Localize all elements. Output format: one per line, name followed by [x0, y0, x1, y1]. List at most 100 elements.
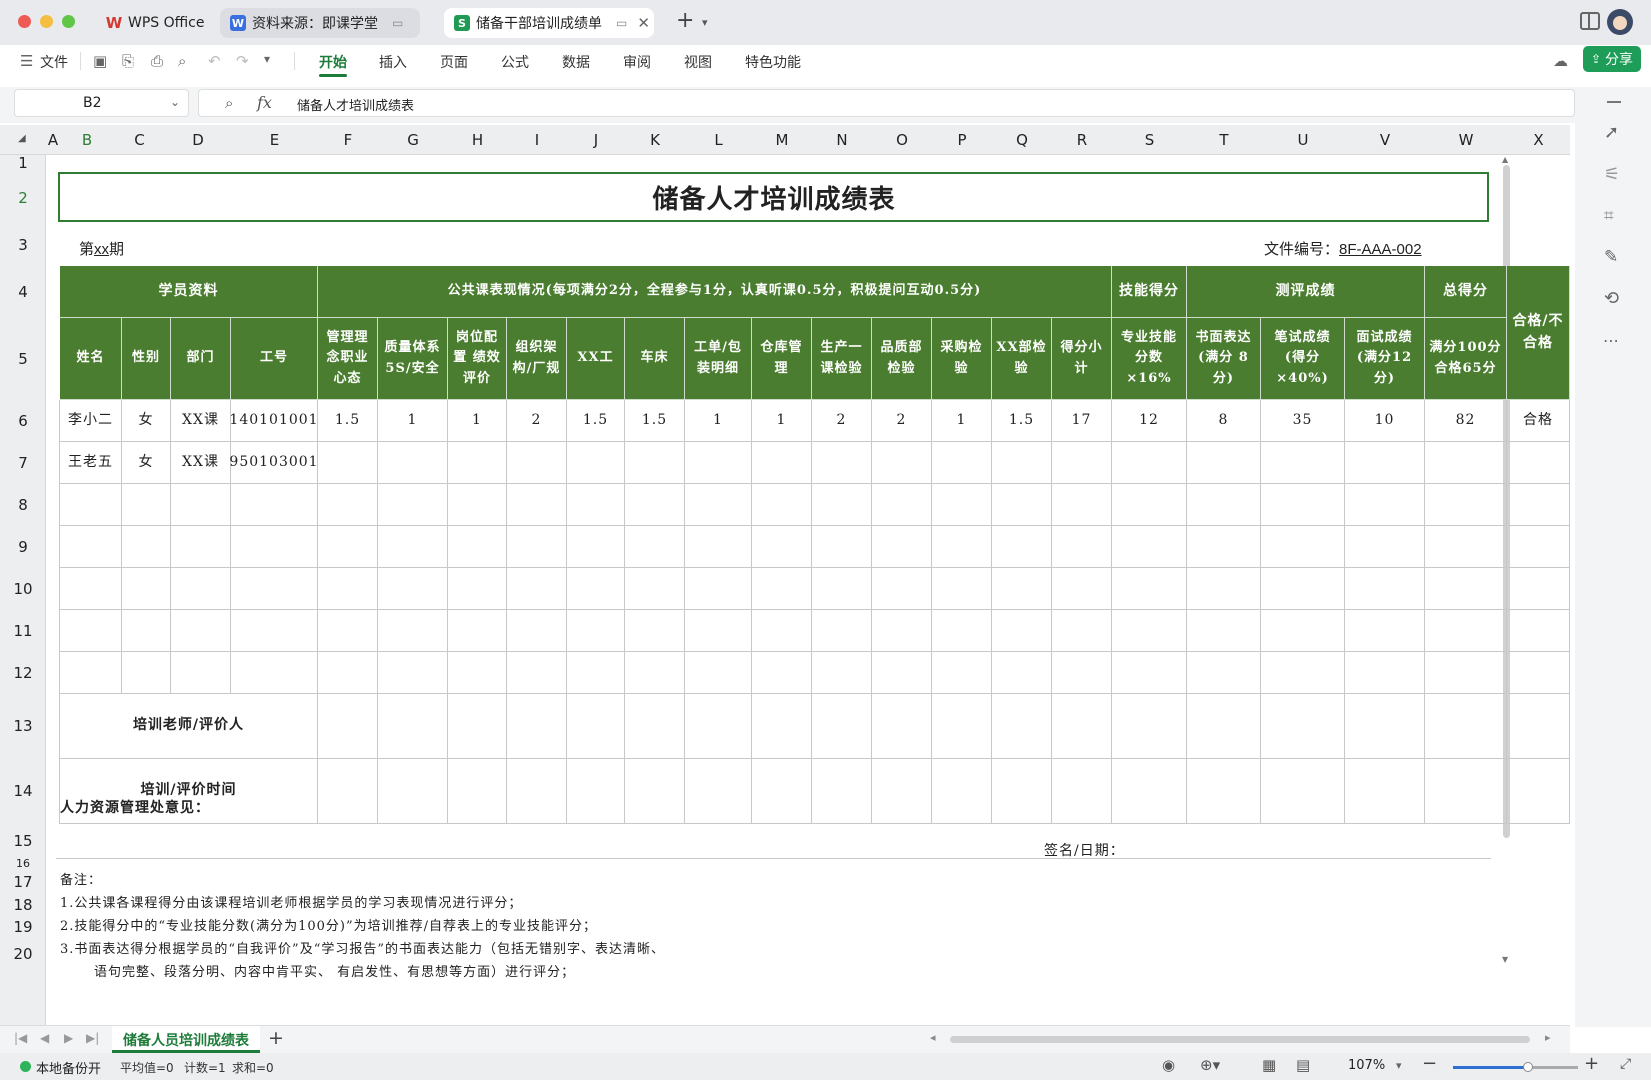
table-cell[interactable] [507, 442, 567, 484]
column-header-cell[interactable]: XX工 [567, 318, 625, 400]
table-cell[interactable]: 2 [507, 400, 567, 442]
column-header-g[interactable]: G [378, 125, 448, 155]
table-cell[interactable] [1052, 442, 1112, 484]
column-header-x[interactable]: X [1507, 125, 1570, 155]
table-cell[interactable]: 2 [812, 400, 872, 442]
empty-cell[interactable] [567, 568, 625, 610]
column-header-cell[interactable]: 笔试成绩(得分×40%) [1261, 318, 1345, 400]
empty-cell[interactable] [1345, 759, 1425, 824]
row-header-11[interactable]: 11 [0, 610, 46, 652]
group-header-student[interactable]: 学员资料 [60, 266, 318, 318]
column-header-s[interactable]: S [1112, 125, 1187, 155]
empty-cell[interactable] [685, 652, 752, 694]
column-header-l[interactable]: L [685, 125, 752, 155]
empty-cell[interactable] [1507, 652, 1570, 694]
empty-cell[interactable] [812, 610, 872, 652]
row-header-7[interactable]: 7 [0, 442, 46, 484]
scroll-up-icon[interactable]: ▲ [1502, 155, 1508, 164]
empty-cell[interactable] [1187, 610, 1261, 652]
empty-cell[interactable] [507, 759, 567, 824]
empty-cell[interactable] [812, 526, 872, 568]
empty-cell[interactable] [685, 694, 752, 759]
table-cell[interactable]: 1 [932, 400, 992, 442]
column-header-k[interactable]: K [625, 125, 685, 155]
empty-cell[interactable] [1261, 526, 1345, 568]
empty-cell[interactable] [932, 484, 992, 526]
table-cell[interactable]: 82 [1425, 400, 1507, 442]
table-cell[interactable]: 1 [448, 400, 507, 442]
empty-cell[interactable] [122, 652, 171, 694]
trainer-label[interactable]: 培训老师/评价人 [60, 694, 318, 759]
zoom-window-button[interactable] [62, 15, 75, 28]
empty-cell[interactable] [992, 610, 1052, 652]
empty-cell[interactable] [507, 652, 567, 694]
empty-cell[interactable] [1261, 759, 1345, 824]
empty-cell[interactable] [1112, 526, 1187, 568]
empty-cell[interactable] [1187, 526, 1261, 568]
empty-cell[interactable] [625, 652, 685, 694]
column-header-v[interactable]: V [1345, 125, 1425, 155]
row-header-3[interactable]: 3 [0, 225, 46, 266]
empty-cell[interactable] [507, 526, 567, 568]
column-header-r[interactable]: R [1052, 125, 1112, 155]
row-header-19[interactable]: 19 [0, 914, 46, 941]
table-cell[interactable] [1187, 442, 1261, 484]
table-cell[interactable]: 1 [378, 400, 448, 442]
row-header-2[interactable]: 2 [0, 171, 46, 225]
collapse-icon[interactable] [1607, 101, 1621, 103]
pointer-icon[interactable]: ➚ [1604, 122, 1619, 143]
table-cell[interactable]: 李小二 [60, 400, 122, 442]
row-header-6[interactable]: 6 [0, 400, 46, 442]
crop-icon[interactable]: ⌗ [1604, 206, 1614, 226]
file-menu[interactable]: 文件 [40, 52, 68, 72]
empty-cell[interactable] [1507, 694, 1570, 759]
empty-cell[interactable] [1425, 484, 1507, 526]
table-cell[interactable]: 10 [1345, 400, 1425, 442]
add-sheet-icon[interactable]: + [268, 1027, 284, 1049]
zoom-out-icon[interactable]: − [1422, 1053, 1437, 1074]
empty-cell[interactable] [1112, 694, 1187, 759]
table-cell[interactable]: 女 [122, 400, 171, 442]
table-cell[interactable] [872, 442, 932, 484]
column-header-m[interactable]: M [752, 125, 812, 155]
empty-cell[interactable] [1112, 652, 1187, 694]
scroll-down-icon[interactable]: ▼ [1502, 955, 1508, 964]
empty-cell[interactable] [992, 694, 1052, 759]
print-icon[interactable]: ⎙ [151, 52, 163, 70]
table-cell[interactable]: 1.5 [625, 400, 685, 442]
zoom-slider-knob[interactable] [1523, 1062, 1533, 1072]
column-header-cell[interactable]: XX部检验 [992, 318, 1052, 400]
save-icon[interactable]: ▣ [93, 52, 107, 70]
note-item[interactable]: 2.技能得分中的“专业技能分数(满分为100分)”为培训推荐/自荐表上的专业技能… [60, 915, 665, 938]
normal-view-icon[interactable]: ▦ [1262, 1056, 1276, 1074]
column-header-cell[interactable]: 专业技能分数×16% [1112, 318, 1187, 400]
name-box[interactable]: B2 ⌄ [14, 89, 189, 117]
group-header-pass[interactable]: 合格/不合格 [1507, 266, 1570, 400]
group-header-total[interactable]: 总得分 [1425, 266, 1507, 318]
eye-icon[interactable]: ◉ [1162, 1056, 1175, 1074]
empty-cell[interactable] [1052, 694, 1112, 759]
empty-cell[interactable] [685, 610, 752, 652]
empty-cell[interactable] [932, 652, 992, 694]
empty-cell[interactable] [1507, 759, 1570, 824]
empty-cell[interactable] [992, 484, 1052, 526]
empty-cell[interactable] [752, 652, 812, 694]
empty-cell[interactable] [1261, 484, 1345, 526]
empty-cell[interactable] [1112, 759, 1187, 824]
row-header-16[interactable]: 16 [0, 858, 46, 869]
empty-cell[interactable] [448, 694, 507, 759]
tab-training-sheet[interactable]: S 储备干部培训成绩单 ▭ ✕ [444, 8, 654, 38]
column-header-cell[interactable]: 采购检验 [932, 318, 992, 400]
hscroll-right-icon[interactable]: ▸ [1545, 1031, 1551, 1044]
page-view-icon[interactable]: ▤ [1296, 1056, 1310, 1074]
empty-cell[interactable] [752, 568, 812, 610]
chevron-down-icon[interactable]: ▾ [702, 16, 708, 29]
empty-cell[interactable] [1507, 484, 1570, 526]
table-cell[interactable]: 17 [1052, 400, 1112, 442]
empty-cell[interactable] [1345, 484, 1425, 526]
column-header-cell[interactable]: 车床 [625, 318, 685, 400]
column-header-p[interactable]: P [932, 125, 992, 155]
column-header-cell[interactable]: 组织架构/厂规 [507, 318, 567, 400]
empty-cell[interactable] [122, 610, 171, 652]
empty-cell[interactable] [378, 610, 448, 652]
